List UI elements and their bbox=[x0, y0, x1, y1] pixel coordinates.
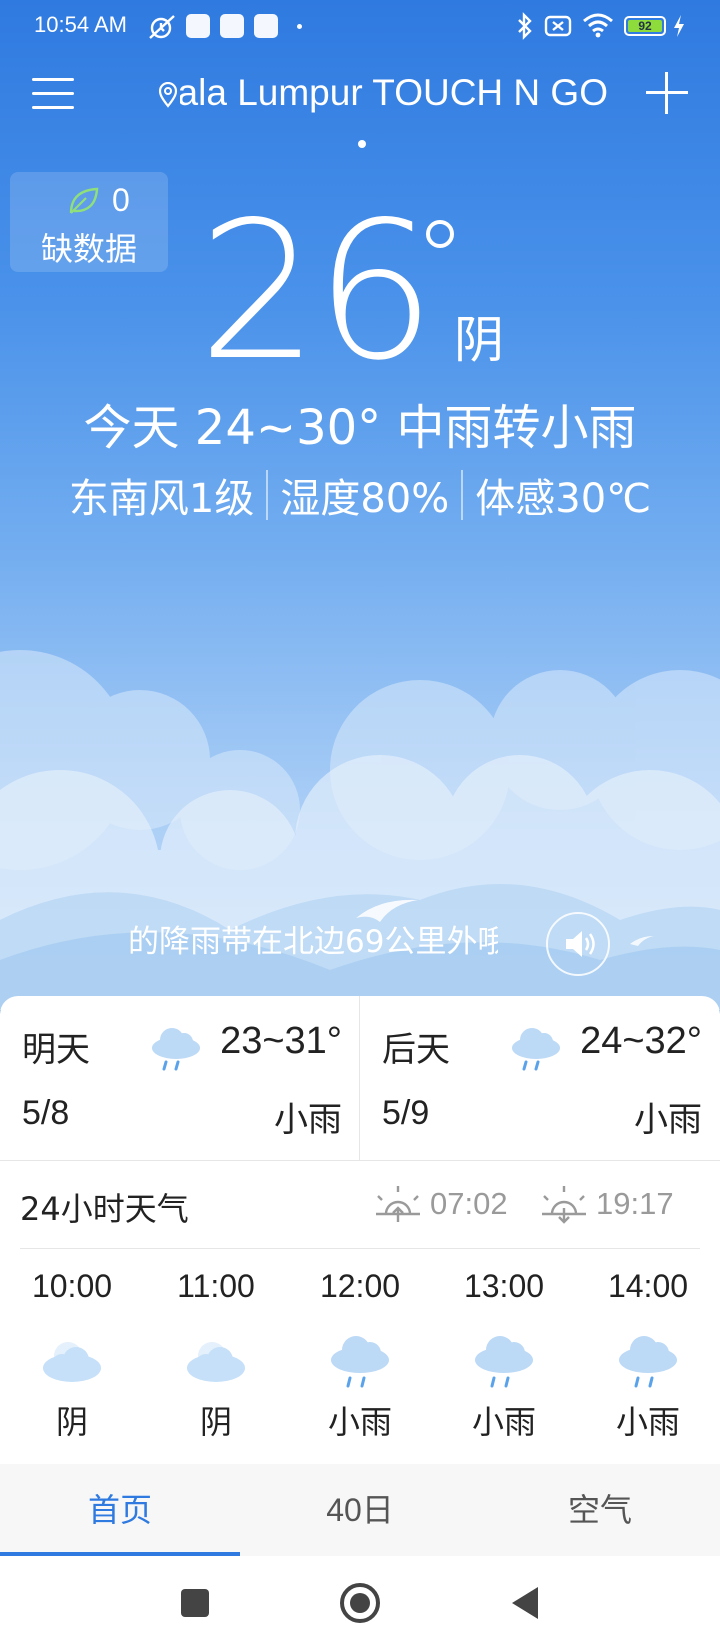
air-quality-badge[interactable]: 0 缺数据 bbox=[10, 172, 168, 272]
degree-symbol bbox=[426, 220, 454, 248]
overcast-icon bbox=[0, 1324, 144, 1400]
forecast-day-name: 后天 bbox=[382, 1030, 450, 1070]
home-button[interactable] bbox=[315, 1556, 405, 1650]
hour-condition: 小雨 bbox=[615, 1403, 680, 1441]
forecast-range: 23~31° bbox=[220, 1020, 342, 1062]
top-bar: Kuala Lumpur TOUCH N GO bbox=[0, 60, 720, 130]
divider bbox=[461, 470, 464, 520]
charging-icon bbox=[672, 14, 686, 42]
hour-condition: 阴 bbox=[55, 1403, 88, 1441]
location-pin-icon bbox=[158, 81, 178, 112]
forecast-condition: 小雨 bbox=[274, 1100, 342, 1140]
page-indicator bbox=[358, 140, 366, 148]
alarm-off-icon bbox=[148, 14, 176, 44]
current-temperature: 26 bbox=[198, 181, 436, 402]
back-triangle-icon bbox=[512, 1587, 538, 1619]
divider bbox=[0, 1160, 720, 1161]
notification-square-icon bbox=[186, 14, 210, 38]
system-nav-bar bbox=[0, 1556, 720, 1650]
light-rain-icon bbox=[576, 1324, 720, 1400]
hour-time: 13:00 bbox=[463, 1268, 545, 1304]
sunset-icon bbox=[542, 1186, 586, 1224]
wifi-icon bbox=[582, 12, 614, 42]
sunrise-icon bbox=[376, 1186, 420, 1222]
hour-item: 14:00 小雨 bbox=[576, 1266, 720, 1442]
overcast-icon bbox=[144, 1324, 288, 1400]
battery-icon: 92 bbox=[624, 16, 666, 36]
hour-condition: 小雨 bbox=[327, 1403, 392, 1441]
rain-alert-text: 的降雨带在北边69公里外哦 bbox=[128, 924, 498, 960]
forecast-card: 明天 23~31° 5/8 小雨 后天 24~32° 5/9 小雨 24小时天气… bbox=[0, 996, 720, 1466]
forecast-date: 5/8 bbox=[22, 1094, 70, 1132]
battery-level: 92 bbox=[638, 19, 652, 33]
light-rain-icon bbox=[510, 1024, 562, 1076]
sunset-info: 19:17 bbox=[540, 1184, 674, 1224]
hour-item: 10:00 阴 bbox=[0, 1266, 144, 1442]
forecast-day-name: 明天 bbox=[22, 1030, 90, 1070]
aqi-value: 0 bbox=[112, 182, 130, 218]
divider bbox=[20, 1248, 700, 1249]
hour-item: 11:00 阴 bbox=[144, 1266, 288, 1442]
tab-40-days[interactable]: 40日 bbox=[240, 1464, 480, 1556]
sunrise-info: 07:02 bbox=[374, 1184, 508, 1224]
light-rain-icon bbox=[432, 1324, 576, 1400]
city-name[interactable]: Kuala Lumpur TOUCH N GO bbox=[180, 68, 608, 118]
wind-info: 东南风1级 bbox=[68, 476, 255, 522]
add-city-button[interactable] bbox=[646, 72, 688, 114]
forecast-range: 24~32° bbox=[580, 1020, 702, 1062]
forecast-day-after[interactable]: 后天 24~32° 5/9 小雨 bbox=[360, 996, 720, 1160]
square-icon bbox=[181, 1589, 209, 1617]
today-summary: 今天 24~30° 中雨转小雨 bbox=[83, 400, 637, 456]
sunrise-time: 07:02 bbox=[430, 1186, 508, 1221]
light-rain-icon bbox=[288, 1324, 432, 1400]
hour-time: 14:00 bbox=[607, 1268, 689, 1304]
rain-alert-ticker[interactable]: 的降雨带在北边69公里外哦 bbox=[128, 912, 498, 972]
notification-square-icon bbox=[254, 14, 278, 38]
sim-off-icon bbox=[544, 14, 572, 42]
leaf-icon bbox=[68, 186, 100, 220]
back-button[interactable] bbox=[480, 1556, 570, 1650]
hour-condition: 阴 bbox=[199, 1403, 232, 1441]
forecast-tomorrow[interactable]: 明天 23~31° 5/8 小雨 bbox=[0, 996, 360, 1160]
divider bbox=[266, 470, 269, 520]
tab-home[interactable]: 首页 bbox=[0, 1464, 240, 1556]
sunset-time: 19:17 bbox=[596, 1186, 674, 1221]
aqi-label: 缺数据 bbox=[40, 230, 137, 268]
feels-like-info: 体感30℃ bbox=[475, 476, 652, 522]
hour-time: 11:00 bbox=[177, 1268, 255, 1304]
weather-details: 东南风1级 湿度80% 体感30℃ bbox=[0, 466, 720, 524]
forecast-date: 5/9 bbox=[382, 1094, 430, 1132]
hourly-title: 24小时天气 bbox=[20, 1190, 189, 1228]
status-bar: 10:54 AM 92 bbox=[0, 0, 720, 54]
tab-air[interactable]: 空气 bbox=[480, 1464, 720, 1556]
circle-icon bbox=[340, 1583, 380, 1623]
bottom-tab-bar: 首页 40日 空气 bbox=[0, 1464, 720, 1556]
status-time: 10:54 AM bbox=[34, 12, 127, 37]
hour-item: 12:00 小雨 bbox=[288, 1266, 432, 1442]
recents-button[interactable] bbox=[150, 1556, 240, 1650]
menu-icon[interactable] bbox=[32, 74, 74, 112]
humidity-info: 湿度80% bbox=[280, 476, 450, 522]
hour-condition: 小雨 bbox=[471, 1403, 536, 1441]
current-condition: 阴 bbox=[454, 311, 504, 369]
speaker-icon[interactable] bbox=[546, 912, 610, 976]
hour-time: 10:00 bbox=[31, 1268, 113, 1304]
hour-item: 13:00 小雨 bbox=[432, 1266, 576, 1442]
hourly-forecast[interactable]: 10:00 阴 11:00 阴 12:00 小雨 13:00 小雨 14:00 … bbox=[0, 1266, 720, 1466]
bluetooth-icon bbox=[516, 12, 534, 44]
dot-icon bbox=[297, 24, 302, 29]
forecast-condition: 小雨 bbox=[634, 1100, 702, 1140]
light-rain-icon bbox=[150, 1024, 202, 1076]
notification-square-icon bbox=[220, 14, 244, 38]
hour-time: 12:00 bbox=[319, 1268, 401, 1304]
